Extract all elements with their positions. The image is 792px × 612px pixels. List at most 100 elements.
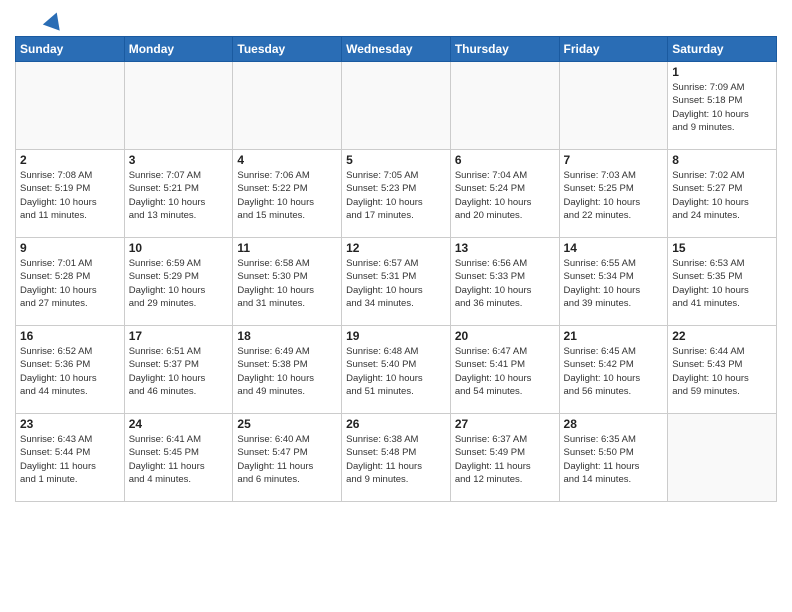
day-info: Sunrise: 6:41 AM Sunset: 5:45 PM Dayligh… bbox=[129, 433, 229, 486]
calendar-cell: 15 Sunrise: 6:53 AM Sunset: 5:35 PM Dayli… bbox=[668, 238, 777, 326]
day-number: 9 bbox=[20, 241, 120, 255]
day-info: Sunrise: 6:56 AM Sunset: 5:33 PM Dayligh… bbox=[455, 257, 555, 310]
day-info: Sunrise: 6:43 AM Sunset: 5:44 PM Dayligh… bbox=[20, 433, 120, 486]
calendar-cell: 4 Sunrise: 7:06 AM Sunset: 5:22 PM Daylig… bbox=[233, 150, 342, 238]
calendar-cell: 27 Sunrise: 6:37 AM Sunset: 5:49 PM Dayli… bbox=[450, 414, 559, 502]
day-info: Sunrise: 6:53 AM Sunset: 5:35 PM Dayligh… bbox=[672, 257, 772, 310]
day-number: 17 bbox=[129, 329, 229, 343]
day-number: 15 bbox=[672, 241, 772, 255]
weekday-header-monday: Monday bbox=[124, 37, 233, 62]
calendar-cell bbox=[342, 62, 451, 150]
calendar-cell: 6 Sunrise: 7:04 AM Sunset: 5:24 PM Daylig… bbox=[450, 150, 559, 238]
calendar-cell: 7 Sunrise: 7:03 AM Sunset: 5:25 PM Daylig… bbox=[559, 150, 668, 238]
calendar-cell: 18Sunrise: 6:49 AM Sunset: 5:38 PM Dayli… bbox=[233, 326, 342, 414]
calendar-cell: 5 Sunrise: 7:05 AM Sunset: 5:23 PM Daylig… bbox=[342, 150, 451, 238]
day-number: 24 bbox=[129, 417, 229, 431]
calendar-cell: 12 Sunrise: 6:57 AM Sunset: 5:31 PM Dayli… bbox=[342, 238, 451, 326]
day-info: Sunrise: 6:44 AM Sunset: 5:43 PM Dayligh… bbox=[672, 345, 772, 398]
day-info: Sunrise: 7:09 AM Sunset: 5:18 PM Dayligh… bbox=[672, 81, 772, 134]
day-info: Sunrise: 7:07 AM Sunset: 5:21 PM Dayligh… bbox=[129, 169, 229, 222]
day-number: 2 bbox=[20, 153, 120, 167]
day-info: Sunrise: 7:01 AM Sunset: 5:28 PM Dayligh… bbox=[20, 257, 120, 310]
day-info: Sunrise: 7:05 AM Sunset: 5:23 PM Dayligh… bbox=[346, 169, 446, 222]
calendar-cell: 26 Sunrise: 6:38 AM Sunset: 5:48 PM Dayli… bbox=[342, 414, 451, 502]
calendar-header-row: SundayMondayTuesdayWednesdayThursdayFrid… bbox=[16, 37, 777, 62]
calendar-cell: 19Sunrise: 6:48 AM Sunset: 5:40 PM Dayli… bbox=[342, 326, 451, 414]
day-number: 18 bbox=[237, 329, 337, 343]
calendar-week-2: 9 Sunrise: 7:01 AM Sunset: 5:28 PM Daylig… bbox=[16, 238, 777, 326]
calendar-week-1: 2Sunrise: 7:08 AM Sunset: 5:19 PM Daylig… bbox=[16, 150, 777, 238]
calendar-cell: 17 Sunrise: 6:51 AM Sunset: 5:37 PM Dayli… bbox=[124, 326, 233, 414]
day-number: 4 bbox=[237, 153, 337, 167]
calendar-cell: 11Sunrise: 6:58 AM Sunset: 5:30 PM Dayli… bbox=[233, 238, 342, 326]
day-info: Sunrise: 6:58 AM Sunset: 5:30 PM Dayligh… bbox=[237, 257, 337, 310]
weekday-header-saturday: Saturday bbox=[668, 37, 777, 62]
day-number: 26 bbox=[346, 417, 446, 431]
day-number: 3 bbox=[129, 153, 229, 167]
calendar-cell: 10Sunrise: 6:59 AM Sunset: 5:29 PM Dayli… bbox=[124, 238, 233, 326]
day-info: Sunrise: 6:51 AM Sunset: 5:37 PM Dayligh… bbox=[129, 345, 229, 398]
day-info: Sunrise: 7:02 AM Sunset: 5:27 PM Dayligh… bbox=[672, 169, 772, 222]
logo bbox=[15, 14, 63, 28]
calendar-cell: 14Sunrise: 6:55 AM Sunset: 5:34 PM Dayli… bbox=[559, 238, 668, 326]
page: SundayMondayTuesdayWednesdayThursdayFrid… bbox=[0, 0, 792, 612]
day-number: 8 bbox=[672, 153, 772, 167]
calendar-cell: 16 Sunrise: 6:52 AM Sunset: 5:36 PM Dayli… bbox=[16, 326, 125, 414]
day-info: Sunrise: 7:03 AM Sunset: 5:25 PM Dayligh… bbox=[564, 169, 664, 222]
day-number: 22 bbox=[672, 329, 772, 343]
calendar-cell bbox=[668, 414, 777, 502]
day-info: Sunrise: 6:38 AM Sunset: 5:48 PM Dayligh… bbox=[346, 433, 446, 486]
calendar-cell bbox=[450, 62, 559, 150]
day-number: 12 bbox=[346, 241, 446, 255]
header bbox=[15, 10, 777, 28]
calendar-cell: 9 Sunrise: 7:01 AM Sunset: 5:28 PM Daylig… bbox=[16, 238, 125, 326]
calendar-cell: 2Sunrise: 7:08 AM Sunset: 5:19 PM Daylig… bbox=[16, 150, 125, 238]
calendar-cell bbox=[559, 62, 668, 150]
calendar-cell bbox=[233, 62, 342, 150]
day-info: Sunrise: 6:57 AM Sunset: 5:31 PM Dayligh… bbox=[346, 257, 446, 310]
day-info: Sunrise: 6:47 AM Sunset: 5:41 PM Dayligh… bbox=[455, 345, 555, 398]
calendar-cell: 13 Sunrise: 6:56 AM Sunset: 5:33 PM Dayli… bbox=[450, 238, 559, 326]
day-info: Sunrise: 6:35 AM Sunset: 5:50 PM Dayligh… bbox=[564, 433, 664, 486]
day-number: 6 bbox=[455, 153, 555, 167]
day-info: Sunrise: 6:40 AM Sunset: 5:47 PM Dayligh… bbox=[237, 433, 337, 486]
calendar-week-3: 16 Sunrise: 6:52 AM Sunset: 5:36 PM Dayli… bbox=[16, 326, 777, 414]
weekday-header-tuesday: Tuesday bbox=[233, 37, 342, 62]
day-number: 25 bbox=[237, 417, 337, 431]
day-number: 21 bbox=[564, 329, 664, 343]
calendar-cell: 28 Sunrise: 6:35 AM Sunset: 5:50 PM Dayli… bbox=[559, 414, 668, 502]
calendar-cell: 24 Sunrise: 6:41 AM Sunset: 5:45 PM Dayli… bbox=[124, 414, 233, 502]
day-number: 14 bbox=[564, 241, 664, 255]
day-number: 28 bbox=[564, 417, 664, 431]
weekday-header-sunday: Sunday bbox=[16, 37, 125, 62]
day-number: 1 bbox=[672, 65, 772, 79]
calendar-cell: 25 Sunrise: 6:40 AM Sunset: 5:47 PM Dayli… bbox=[233, 414, 342, 502]
day-info: Sunrise: 6:37 AM Sunset: 5:49 PM Dayligh… bbox=[455, 433, 555, 486]
day-info: Sunrise: 7:06 AM Sunset: 5:22 PM Dayligh… bbox=[237, 169, 337, 222]
day-number: 27 bbox=[455, 417, 555, 431]
calendar-cell: 20 Sunrise: 6:47 AM Sunset: 5:41 PM Dayli… bbox=[450, 326, 559, 414]
weekday-header-friday: Friday bbox=[559, 37, 668, 62]
day-number: 13 bbox=[455, 241, 555, 255]
day-number: 16 bbox=[20, 329, 120, 343]
day-info: Sunrise: 6:59 AM Sunset: 5:29 PM Dayligh… bbox=[129, 257, 229, 310]
day-number: 7 bbox=[564, 153, 664, 167]
calendar-table: SundayMondayTuesdayWednesdayThursdayFrid… bbox=[15, 36, 777, 502]
calendar-cell bbox=[124, 62, 233, 150]
calendar-cell: 8 Sunrise: 7:02 AM Sunset: 5:27 PM Daylig… bbox=[668, 150, 777, 238]
day-info: Sunrise: 6:52 AM Sunset: 5:36 PM Dayligh… bbox=[20, 345, 120, 398]
day-info: Sunrise: 7:04 AM Sunset: 5:24 PM Dayligh… bbox=[455, 169, 555, 222]
calendar-week-0: 1 Sunrise: 7:09 AM Sunset: 5:18 PM Daylig… bbox=[16, 62, 777, 150]
day-info: Sunrise: 6:45 AM Sunset: 5:42 PM Dayligh… bbox=[564, 345, 664, 398]
calendar-cell bbox=[16, 62, 125, 150]
calendar-cell: 21 Sunrise: 6:45 AM Sunset: 5:42 PM Dayli… bbox=[559, 326, 668, 414]
calendar-cell: 22 Sunrise: 6:44 AM Sunset: 5:43 PM Dayli… bbox=[668, 326, 777, 414]
day-number: 19 bbox=[346, 329, 446, 343]
calendar-cell: 3 Sunrise: 7:07 AM Sunset: 5:21 PM Daylig… bbox=[124, 150, 233, 238]
day-number: 5 bbox=[346, 153, 446, 167]
day-number: 23 bbox=[20, 417, 120, 431]
day-number: 20 bbox=[455, 329, 555, 343]
weekday-header-thursday: Thursday bbox=[450, 37, 559, 62]
calendar-cell: 23 Sunrise: 6:43 AM Sunset: 5:44 PM Dayli… bbox=[16, 414, 125, 502]
weekday-header-wednesday: Wednesday bbox=[342, 37, 451, 62]
